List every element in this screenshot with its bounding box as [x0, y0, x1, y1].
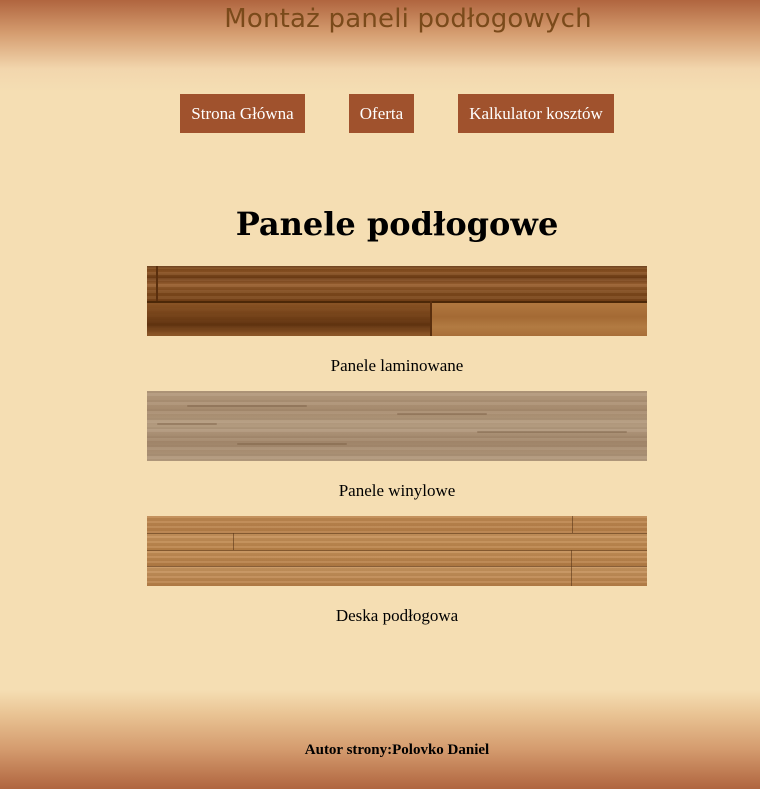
nav-button-cost-calculator[interactable]: Kalkulator kosztów: [458, 94, 614, 133]
plank-seam: [147, 550, 647, 551]
main-nav: Strona Główna Oferta Kalkulator kosztów: [0, 94, 760, 133]
nav-button-offer[interactable]: Oferta: [349, 94, 414, 133]
wood-plank: [147, 303, 430, 336]
plank-seam: [430, 301, 432, 336]
author-credit: Autor strony:Polovko Daniel: [304, 742, 490, 758]
plank-seam: [233, 533, 234, 550]
plank-seam: [147, 301, 647, 303]
plank-seam: [147, 566, 647, 567]
vinyl-panel-caption: Panele winylowe: [338, 481, 456, 500]
page-footer: Autor strony:Polovko Daniel: [0, 690, 760, 789]
wood-grain: [477, 431, 627, 433]
plank-seam: [572, 516, 573, 533]
plank-seam: [147, 533, 647, 534]
laminate-panel-caption: Panele laminowane: [330, 356, 464, 375]
wood-grain: [187, 405, 307, 407]
site-title: Montaż paneli podłogowych: [224, 4, 592, 34]
wood-grain: [397, 413, 487, 415]
wood-grain: [157, 423, 217, 425]
plank-seam: [156, 266, 158, 301]
vinyl-panel-image: [147, 391, 647, 461]
plank-seam: [571, 550, 572, 566]
floor-board-caption: Deska podłogowa: [335, 606, 459, 625]
nav-button-home[interactable]: Strona Główna: [180, 94, 305, 133]
floor-board-image: [147, 516, 647, 586]
wood-grain: [237, 443, 347, 445]
laminate-panel-image: [147, 266, 647, 336]
page-header: Montaż paneli podłogowych: [0, 0, 760, 92]
page-title: Panele podłogowe: [235, 205, 559, 243]
wood-plank: [432, 303, 647, 336]
plank-seam: [571, 566, 572, 586]
